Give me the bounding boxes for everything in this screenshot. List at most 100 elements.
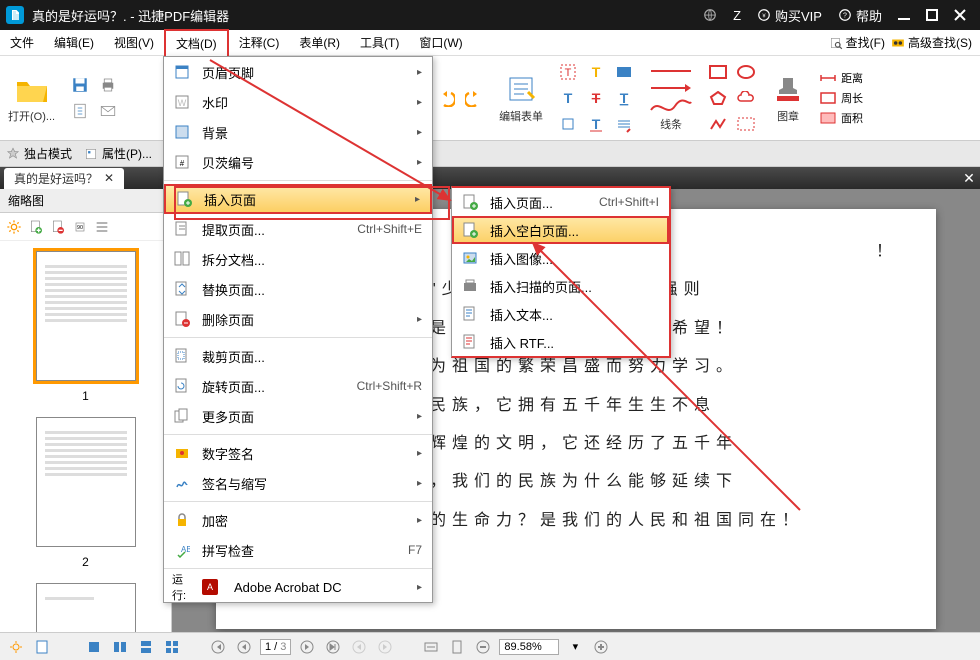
zoom-dropdown[interactable]: ▾	[565, 637, 585, 657]
tool-i2[interactable]: T	[585, 113, 607, 135]
menu-insert-page[interactable]: 插入页面▸	[164, 184, 432, 214]
menu-tool[interactable]: 工具(T)	[350, 30, 409, 55]
menu-split-doc[interactable]: 拆分文档...	[164, 244, 432, 274]
menu-run-adobe[interactable]: 运行:AAdobe Acrobat DC▸	[164, 572, 432, 602]
undo-button[interactable]	[435, 87, 457, 109]
menu-rotate-page[interactable]: 旋转页面...Ctrl+Shift+R	[164, 371, 432, 401]
advanced-search-button[interactable]: 高级查找(S)	[891, 34, 972, 51]
menu-background[interactable]: 背景▸	[164, 117, 432, 147]
view-mode-3[interactable]	[136, 637, 156, 657]
tab-close-icon[interactable]: ✕	[104, 171, 114, 185]
print-button[interactable]	[97, 74, 119, 96]
menu-delete-page[interactable]: 删除页面▸	[164, 304, 432, 334]
submenu-insert-text[interactable]: 插入文本...	[452, 300, 669, 328]
shape-rect[interactable]	[707, 61, 729, 83]
shape-oval[interactable]	[735, 61, 757, 83]
next-page-button[interactable]	[297, 637, 317, 657]
shape-cloud[interactable]	[735, 87, 757, 109]
tool-t4[interactable]: T	[585, 87, 607, 109]
line-tool-group[interactable]: 线条	[649, 60, 693, 136]
dist-label[interactable]: 距离	[841, 70, 863, 86]
new-page-icon[interactable]	[28, 219, 44, 235]
save-button[interactable]	[69, 74, 91, 96]
tool-t3[interactable]: T	[557, 87, 579, 109]
fit-width-button[interactable]	[421, 637, 441, 657]
menu-window[interactable]: 窗口(W)	[409, 30, 472, 55]
menu-spellcheck[interactable]: ABC拼写检查F7	[164, 535, 432, 565]
nav-fwd-button[interactable]	[375, 637, 395, 657]
menu-encrypt[interactable]: 加密▸	[164, 505, 432, 535]
fit-page-button[interactable]	[447, 637, 467, 657]
menu-more-page[interactable]: 更多页面▸	[164, 401, 432, 431]
area-label[interactable]: 面积	[841, 110, 863, 126]
gear-icon[interactable]	[6, 219, 22, 235]
mail-button[interactable]	[97, 100, 119, 122]
close-button[interactable]	[946, 1, 974, 29]
menu-comment[interactable]: 注释(C)	[229, 30, 290, 55]
properties-button[interactable]: 属性(P)...	[84, 145, 152, 162]
menu-crop-page[interactable]: 裁剪页面...	[164, 341, 432, 371]
doc-tab[interactable]: 真的是好运吗？ ✕	[4, 168, 124, 189]
submenu-insert-blank[interactable]: 插入空白页面...	[452, 216, 669, 244]
search-button[interactable]: 查找(F)	[829, 34, 885, 51]
shape-polyline[interactable]	[707, 113, 729, 135]
status-doc-icon[interactable]	[32, 637, 52, 657]
menu-file[interactable]: 文件	[0, 30, 44, 55]
view-mode-4[interactable]	[162, 637, 182, 657]
page-indicator[interactable]: 1 / 3	[260, 639, 291, 655]
status-gear-icon[interactable]	[6, 637, 26, 657]
menu-edit[interactable]: 编辑(E)	[44, 30, 104, 55]
help-button[interactable]: ? 帮助	[838, 6, 882, 25]
perim-label[interactable]: 周长	[841, 90, 863, 106]
open-button[interactable]: 打开(O)...	[8, 60, 55, 136]
view-mode-1[interactable]	[84, 637, 104, 657]
user-label[interactable]: Z	[733, 8, 741, 23]
submenu-insert-page[interactable]: 插入页面...Ctrl+Shift+I	[452, 188, 669, 216]
stamp-button[interactable]: 图章	[771, 60, 805, 136]
menu-watermark[interactable]: W水印▸	[164, 87, 432, 117]
page-thumb-1[interactable]	[36, 251, 136, 381]
tool-t5[interactable]: T	[613, 87, 635, 109]
tabbar-close-icon[interactable]: ✕	[958, 170, 980, 187]
new-doc-button[interactable]	[69, 100, 91, 122]
tool-i3[interactable]	[613, 113, 635, 135]
menu-digital-sign[interactable]: 数字签名▸	[164, 438, 432, 468]
menu-signature[interactable]: 签名与缩写▸	[164, 468, 432, 498]
last-page-button[interactable]	[323, 637, 343, 657]
shape-poly[interactable]	[707, 87, 729, 109]
menu-view[interactable]: 视图(V)	[104, 30, 164, 55]
rotate-icon[interactable]: 90	[72, 219, 88, 235]
first-page-button[interactable]	[208, 637, 228, 657]
prev-page-button[interactable]	[234, 637, 254, 657]
page-thumb-2[interactable]	[36, 417, 136, 547]
solo-mode-button[interactable]: 独占模式	[6, 145, 72, 162]
minimize-button[interactable]	[890, 1, 918, 29]
edit-form-button[interactable]: 编辑表单	[499, 60, 543, 136]
submenu-insert-scan[interactable]: 插入扫描的页面...	[452, 272, 669, 300]
zoom-in-button[interactable]	[591, 637, 611, 657]
menu-header-footer[interactable]: 页眉页脚▸	[164, 57, 432, 87]
tool-t1[interactable]: T	[557, 61, 579, 83]
page-thumb-3[interactable]	[36, 583, 136, 632]
nav-back-button[interactable]	[349, 637, 369, 657]
menu-form[interactable]: 表单(R)	[289, 30, 350, 55]
shape-misc[interactable]	[735, 113, 757, 135]
vip-button[interactable]: ¥ 购买VIP	[757, 6, 822, 25]
tool-t2[interactable]: T	[585, 61, 607, 83]
view-mode-2[interactable]	[110, 637, 130, 657]
submenu-insert-image[interactable]: 插入图像...	[452, 244, 669, 272]
menu-bates[interactable]: #贝茨编号▸	[164, 147, 432, 177]
menu-document[interactable]: 文档(D)	[164, 29, 229, 56]
redo-button[interactable]	[463, 87, 485, 109]
tool-i1[interactable]	[557, 113, 579, 135]
delete-page-icon[interactable]	[50, 219, 66, 235]
zoom-out-button[interactable]	[473, 637, 493, 657]
submenu-insert-rtf[interactable]: 插入 RTF...	[452, 328, 669, 356]
globe-icon[interactable]	[703, 8, 717, 22]
menu-extract-page[interactable]: 提取页面...Ctrl+Shift+E	[164, 214, 432, 244]
tool-sel[interactable]	[613, 61, 635, 83]
menu-replace-page[interactable]: 替换页面...	[164, 274, 432, 304]
zoom-field[interactable]: 89.58%	[499, 639, 559, 655]
maximize-button[interactable]	[918, 1, 946, 29]
options-icon[interactable]	[94, 219, 110, 235]
